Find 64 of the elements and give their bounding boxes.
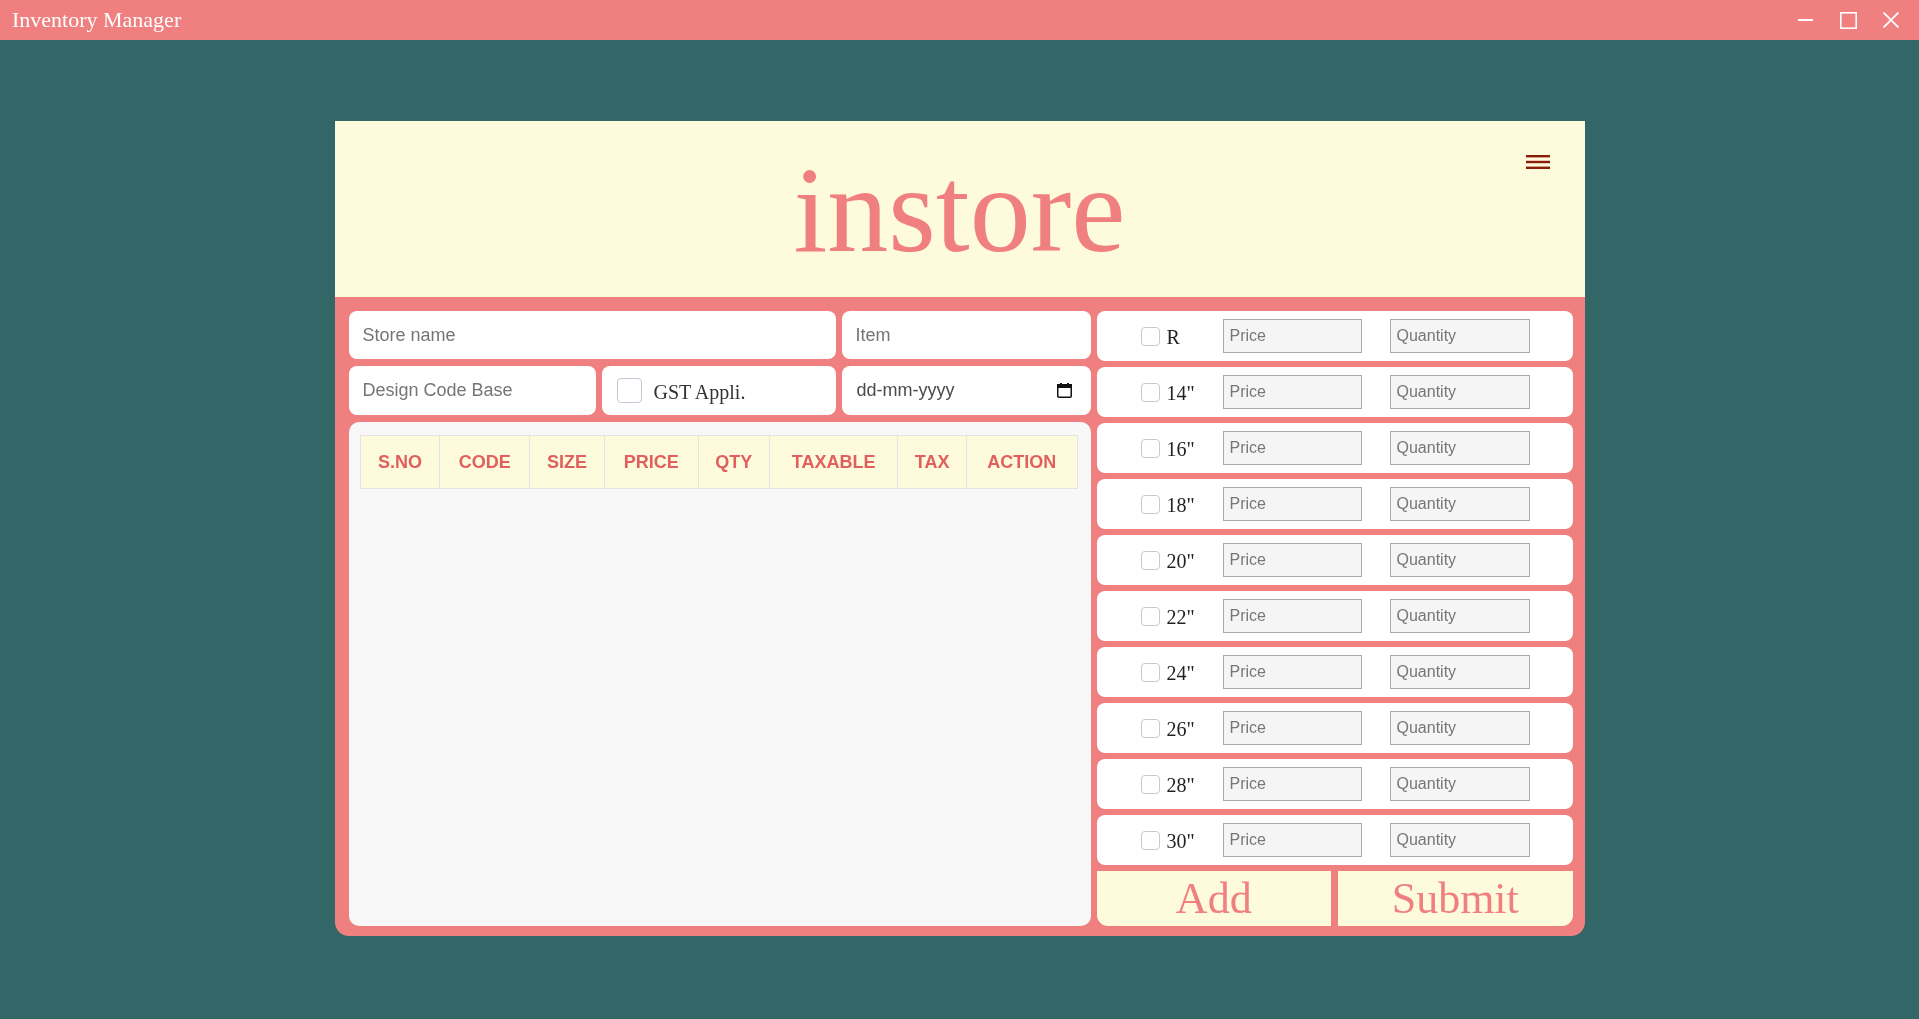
quantity-field[interactable]: Quantity [1389,375,1530,409]
price-field[interactable]: Price [1222,319,1362,353]
quantity-field[interactable]: Quantity [1389,711,1530,745]
checkbox[interactable] [1140,774,1160,794]
quantity-field[interactable]: Quantity [1389,543,1530,577]
store-name-field[interactable]: Store name [348,311,836,359]
column-header: TAXABLE [769,435,898,489]
checkbox[interactable] [1140,718,1160,738]
checkbox-label: GST Appli. [653,381,746,404]
size-label: 24" [1166,662,1195,685]
price-field[interactable]: Price [1222,767,1362,801]
maximize-icon [1839,11,1857,29]
price-field[interactable]: Price [1222,487,1362,521]
column-header: S.NO [360,435,440,489]
checkbox[interactable] [1140,550,1160,570]
add-button[interactable]: Add [1096,871,1331,926]
checkbox[interactable] [1140,662,1160,682]
price-field[interactable]: Price [1222,431,1362,465]
quantity-field[interactable]: Quantity [1389,319,1530,353]
price-field[interactable]: Price [1222,823,1362,857]
window-title: Inventory Manager [12,7,183,33]
column-header: TAX [897,435,967,489]
price-field[interactable]: Price [1222,599,1362,633]
design-code-field[interactable]: Design Code Base [348,366,596,415]
close-icon [1883,12,1899,28]
quantity-field[interactable]: Quantity [1389,431,1530,465]
minimize-icon [1797,19,1813,21]
size-label: 20" [1166,550,1195,573]
size-label: 30" [1166,830,1195,853]
item-field[interactable]: Item [841,311,1091,359]
size-label: 14" [1166,382,1195,405]
date-input[interactable]: dd-mm-yyyy [856,366,1049,415]
column-header: ACTION [966,435,1077,489]
quantity-field[interactable]: Quantity [1389,599,1530,633]
column-header: QTY [698,435,770,489]
price-field[interactable]: Price [1222,543,1362,577]
quantity-field[interactable]: Quantity [1389,767,1530,801]
checkbox[interactable] [616,378,642,403]
size-label: 22" [1166,606,1195,629]
submit-button[interactable]: Submit [1338,871,1573,926]
quantity-field[interactable]: Quantity [1389,655,1530,689]
checkbox[interactable] [1140,830,1160,850]
menu-icon[interactable] [1525,155,1550,169]
checkbox[interactable] [1140,326,1160,346]
checkbox[interactable] [1140,382,1160,402]
price-field[interactable]: Price [1222,655,1362,689]
column-header: PRICE [604,435,698,489]
size-label: 16" [1166,438,1195,461]
checkbox[interactable] [1140,438,1160,458]
column-header: CODE [439,435,530,489]
app-logo: instore [793,149,1126,271]
checkbox[interactable] [1140,606,1160,626]
size-label: 18" [1166,494,1195,517]
quantity-field[interactable]: Quantity [1389,487,1530,521]
price-field[interactable]: Price [1222,711,1362,745]
calendar-icon[interactable] [1056,383,1072,398]
date-field[interactable]: dd-mm-yyyy [841,366,1091,415]
column-header: SIZE [529,435,605,489]
size-label: R [1166,326,1180,349]
checkbox[interactable] [1140,494,1160,514]
size-label: 28" [1166,774,1195,797]
size-label: 26" [1166,718,1195,741]
quantity-field[interactable]: Quantity [1389,823,1530,857]
price-field[interactable]: Price [1222,375,1362,409]
